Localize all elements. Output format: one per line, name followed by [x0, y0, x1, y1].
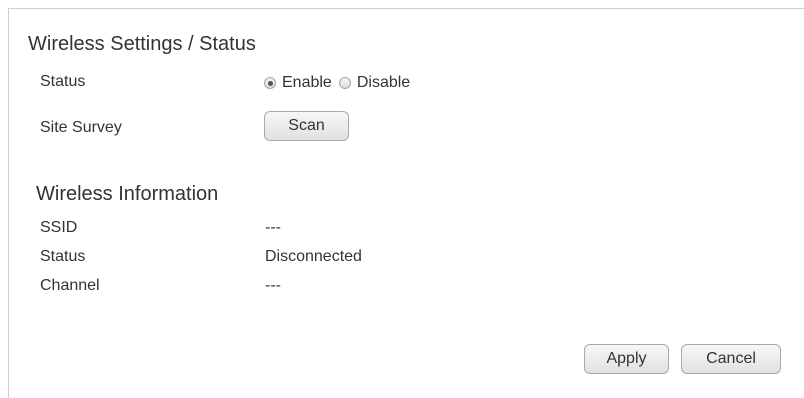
enable-radio-button[interactable]	[264, 77, 276, 89]
site-survey-label: Site Survey	[40, 119, 122, 136]
status-radio-group: Enable Disable	[264, 72, 410, 94]
radio-selected-dot	[267, 80, 273, 86]
connection-status-label: Status	[40, 248, 86, 265]
wireless-settings-title: Wireless Settings / Status	[28, 33, 256, 55]
status-label: Status	[40, 73, 86, 90]
connection-status-value: Disconnected	[265, 248, 362, 265]
scan-button[interactable]: Scan	[264, 111, 349, 141]
disable-radio-button[interactable]	[338, 77, 351, 89]
wireless-information-title: Wireless Information	[36, 183, 219, 205]
ssid-label: SSID	[40, 219, 78, 236]
enable-radio[interactable]: Enable	[264, 74, 332, 92]
disable-radio-label: Disable	[356, 74, 411, 91]
channel-value: ---	[265, 277, 281, 294]
ssid-value: ---	[265, 219, 281, 236]
apply-button[interactable]: Apply	[584, 344, 669, 374]
cancel-button[interactable]: Cancel	[681, 344, 781, 374]
wireless-settings-panel: Wireless Settings / Status Status Enable…	[8, 8, 804, 398]
channel-label: Channel	[40, 277, 100, 294]
enable-radio-label: Enable	[282, 74, 332, 91]
disable-radio[interactable]: Disable	[338, 74, 411, 92]
